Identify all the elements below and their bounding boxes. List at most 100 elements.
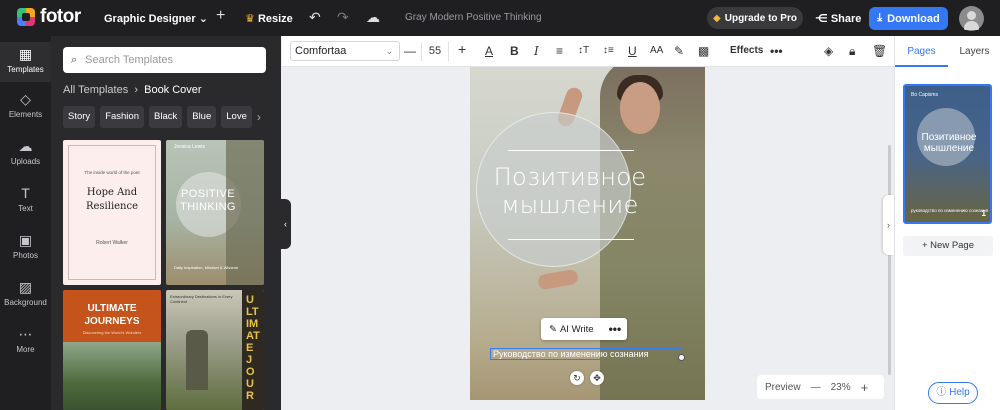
mode-label: Graphic Designer xyxy=(104,13,196,25)
mode-selector[interactable]: Graphic Designer ⌄ xyxy=(104,12,208,25)
rail-text[interactable]: T Text xyxy=(0,185,51,213)
resize-button[interactable]: ♛ Resize xyxy=(245,12,293,25)
new-page-label: New Page xyxy=(930,240,975,251)
card-title: Hope And Resilience xyxy=(85,187,139,212)
chevron-down-icon: ⌄ xyxy=(385,46,393,56)
template-card[interactable]: The inside world of the poet Hope And Re… xyxy=(63,140,161,285)
letter-spacing-icon[interactable]: ↕T xyxy=(578,44,589,58)
redo-icon[interactable]: ↷ xyxy=(337,10,349,24)
canvas-subtitle[interactable]: Руководство по изменению сознания xyxy=(490,348,682,360)
zoom-value[interactable]: 23% xyxy=(831,382,851,393)
help-button[interactable]: ⓘ Help xyxy=(928,382,978,404)
rail-templates[interactable]: ▦ Templates xyxy=(0,42,51,82)
app-name: fotor xyxy=(40,6,81,27)
tab-layers[interactable]: Layers xyxy=(948,36,1000,67)
new-page-button[interactable]: + New Page xyxy=(903,236,993,256)
cloud-upload-icon: ☁ xyxy=(18,138,33,154)
transparency-icon[interactable]: ▩ xyxy=(698,44,709,58)
card-top-text: Jessica Lewis xyxy=(174,144,205,150)
upgrade-button[interactable]: ◆ Upgrade to Pro xyxy=(707,7,803,29)
line-height-icon[interactable]: ↕≡ xyxy=(603,44,614,58)
align-icon[interactable]: ≡ xyxy=(556,44,563,58)
bold-icon[interactable]: B xyxy=(510,44,519,58)
template-card[interactable]: Jessica Lewis POSITIVE THINKING Daily In… xyxy=(166,140,264,285)
document-title[interactable]: Gray Modern Positive Thinking xyxy=(405,12,542,23)
card-title: POSITIVE THINKING xyxy=(180,188,236,213)
ai-write-popup: ✎ AI Write ••• xyxy=(541,318,627,340)
font-size-decrease[interactable]: — xyxy=(404,44,416,58)
font-size-input[interactable]: 55 xyxy=(421,42,449,61)
search-input[interactable]: ⌕ Search Templates xyxy=(63,47,266,73)
move-handle-icon[interactable]: ✥ xyxy=(590,371,604,385)
tab-pages[interactable]: Pages xyxy=(895,36,948,67)
tag-chip[interactable]: Love xyxy=(221,106,252,128)
font-family-select[interactable]: Comfortaa ⌄ xyxy=(290,41,400,61)
zoom-in-button[interactable]: + xyxy=(861,380,869,395)
add-button[interactable]: + xyxy=(216,8,225,24)
resize-handle[interactable] xyxy=(678,354,685,361)
title-rule-top[interactable] xyxy=(508,150,634,151)
effects-button[interactable]: Effects xyxy=(730,45,763,56)
italic-icon[interactable]: I xyxy=(534,44,539,58)
ai-write-button[interactable]: AI Write xyxy=(560,324,594,335)
underline-icon[interactable]: U xyxy=(628,44,637,58)
avatar[interactable] xyxy=(959,6,984,31)
chevron-down-icon: ⌄ xyxy=(198,13,208,25)
templates-panel: ⌕ Search Templates All Templates › Book C… xyxy=(51,36,281,410)
text-color-icon[interactable]: A xyxy=(485,44,493,58)
rail-photos[interactable]: ▣ Photos xyxy=(0,232,51,260)
canvas-title[interactable]: Позитивное мышление xyxy=(485,163,655,219)
rail-label: Elements xyxy=(8,110,43,119)
breadcrumb-root[interactable]: All Templates xyxy=(63,84,128,96)
top-bar: fotor Graphic Designer ⌄ + ♛ Resize ↶ ↷ … xyxy=(0,0,1000,36)
zoom-out-button[interactable]: — xyxy=(811,382,821,393)
collapse-panel-button[interactable]: ‹ xyxy=(280,199,291,249)
rail-uploads[interactable]: ☁ Uploads xyxy=(0,138,51,166)
card-image xyxy=(63,342,161,410)
tag-chip[interactable]: Black xyxy=(149,106,183,128)
template-card[interactable]: ULTIMATE JOURNEYS Discovering the World'… xyxy=(63,290,161,410)
expand-sidebar-button[interactable]: › xyxy=(883,195,894,255)
thumb-small-text: Bo Capisms xyxy=(911,92,938,98)
zoom-bar: Preview — 23% + xyxy=(757,375,884,399)
canvas-scrollbar[interactable] xyxy=(888,145,891,375)
chevron-left-icon: ‹ xyxy=(284,219,287,229)
page-thumbnail[interactable]: Bo Capisms Позитивное мышление руководст… xyxy=(903,84,992,224)
trash-icon[interactable]: 🗑︎ xyxy=(872,44,887,58)
fotor-logo-icon xyxy=(17,8,35,26)
fotor-logo[interactable]: fotor xyxy=(17,6,81,27)
resize-label: Resize xyxy=(257,13,293,25)
cloud-sync-icon[interactable]: ☁ xyxy=(366,10,380,24)
download-button[interactable]: ⤓ Download xyxy=(869,7,948,30)
more-options-icon[interactable]: ••• xyxy=(609,322,622,336)
card-rock xyxy=(186,330,208,390)
tag-chip[interactable]: Fashion xyxy=(100,106,144,128)
background-icon: ▨ xyxy=(18,279,33,295)
crown-icon: ♛ xyxy=(245,13,255,25)
lock-icon[interactable]: 🔒︎ xyxy=(849,44,855,58)
preview-button[interactable]: Preview xyxy=(765,382,801,393)
tag-chip[interactable]: Story xyxy=(63,106,96,128)
chevron-right-icon[interactable]: › xyxy=(257,106,261,128)
image-icon: ▣ xyxy=(18,232,33,248)
share-button[interactable]: ⋲ Share xyxy=(815,12,861,25)
card-author: Robert Walker xyxy=(96,240,128,246)
font-size-increase[interactable]: + xyxy=(458,42,466,56)
download-label: Download xyxy=(887,12,940,25)
rail-more[interactable]: ⋯ More xyxy=(0,326,51,354)
undo-icon[interactable]: ↶ xyxy=(309,10,321,24)
grid-icon: ▦ xyxy=(18,46,33,62)
rotate-handle-icon[interactable]: ↻ xyxy=(570,371,584,385)
search-icon: ⌕ xyxy=(71,53,78,66)
rail-background[interactable]: ▨ Background xyxy=(0,279,51,307)
thumb-title: Позитивное мышление xyxy=(921,132,977,154)
layers-icon[interactable]: ◈ xyxy=(824,44,833,58)
pages-sidebar: Pages Layers Bo Capisms Позитивное мышле… xyxy=(894,36,1000,410)
highlight-icon[interactable]: ✎ xyxy=(674,44,684,58)
title-rule-bottom[interactable] xyxy=(508,239,634,240)
template-card[interactable]: Extraordinary Destinations in Every Cont… xyxy=(166,290,264,410)
tag-chip[interactable]: Blue xyxy=(187,106,217,128)
more-options-button[interactable]: ••• xyxy=(770,44,783,58)
rail-elements[interactable]: ◇ Elements xyxy=(0,91,51,119)
text-case-icon[interactable]: AA xyxy=(650,44,663,58)
